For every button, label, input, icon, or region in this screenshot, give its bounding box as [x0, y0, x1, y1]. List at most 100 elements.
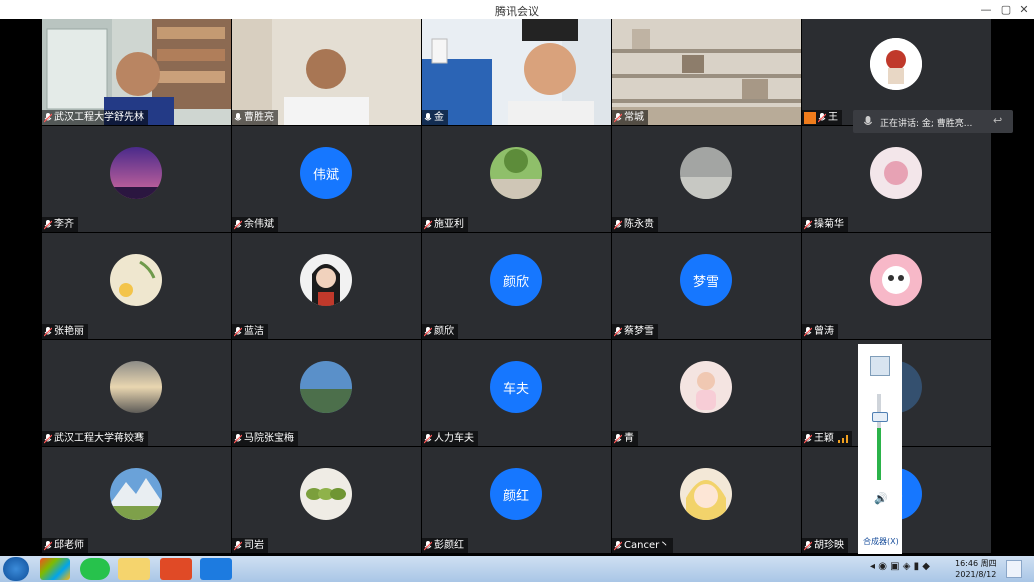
start-button[interactable] — [3, 557, 29, 581]
participant-name: 曾涛 — [802, 324, 838, 339]
mic-muted-icon — [804, 540, 812, 550]
host-badge-icon — [804, 111, 816, 124]
participant-name: 武汉工程大学舒先林 — [42, 110, 148, 125]
participant-tile[interactable]: 梦雪 蔡梦雪 — [612, 233, 801, 339]
mic-icon — [863, 116, 873, 125]
participant-tile[interactable]: 武汉工程大学舒先林 — [42, 19, 231, 125]
participant-tile[interactable]: 施亚利 — [422, 126, 611, 232]
wechat-icon[interactable] — [80, 558, 110, 580]
participant-tile[interactable]: 邱老师 — [42, 447, 231, 553]
speaking-indicator: 正在讲话: 金; 曹胜亮... ↩ — [853, 110, 1013, 133]
participant-tile[interactable]: 常城 — [612, 19, 801, 125]
participant-name: 颜欣 — [422, 324, 458, 339]
avatar — [110, 468, 162, 520]
mic-muted-icon — [234, 219, 242, 229]
avatar: 伟斌 — [300, 147, 352, 199]
participant-name: 邱老师 — [42, 538, 88, 553]
mic-muted-icon — [234, 326, 242, 336]
participant-tile[interactable]: 青 — [612, 340, 801, 446]
participant-tile[interactable]: 陈永贵 — [612, 126, 801, 232]
mic-muted-icon — [614, 326, 622, 336]
participant-tile[interactable]: 车夫 人力车夫 — [422, 340, 611, 446]
participant-name: 胡珍映 — [802, 538, 848, 553]
participant-name: 金 — [422, 110, 448, 125]
participant-tile[interactable]: 颜欣 颜欣 — [422, 233, 611, 339]
mic-muted-icon — [234, 540, 242, 550]
participant-tile[interactable]: 曾涛 — [802, 233, 991, 339]
participant-tile[interactable]: 张艳丽 — [42, 233, 231, 339]
mixer-link[interactable]: 合成器(X) — [863, 536, 899, 547]
title-bar: 腾讯会议 — ▢ ✕ — [0, 0, 1034, 19]
participant-name: 蓝洁 — [232, 324, 268, 339]
participant-tile[interactable]: 蓝洁 — [232, 233, 421, 339]
mic-muted-icon — [804, 219, 812, 229]
participant-name: 马院张宝梅 — [232, 431, 298, 446]
avatar — [870, 38, 922, 90]
mic-muted-icon — [44, 433, 52, 443]
mic-muted-icon — [804, 326, 812, 336]
participant-name: 余伟斌 — [232, 217, 278, 232]
avatar: 颜欣 — [490, 254, 542, 306]
avatar — [300, 254, 352, 306]
participant-tile-active[interactable]: 金 — [422, 19, 611, 125]
avatar — [870, 147, 922, 199]
avatar — [110, 147, 162, 199]
avatar — [490, 147, 542, 199]
avatar — [110, 361, 162, 413]
window-title: 腾讯会议 — [495, 5, 539, 18]
participant-tile[interactable]: 司岩 — [232, 447, 421, 553]
mic-muted-icon — [424, 219, 432, 229]
participant-tile[interactable]: 武汉工程大学蒋姣骞 — [42, 340, 231, 446]
tencent-meeting-icon[interactable] — [200, 558, 232, 580]
participant-name: 陈永贵 — [612, 217, 658, 232]
mic-icon — [234, 112, 242, 120]
mic-muted-icon — [804, 433, 812, 443]
volume-popup: 🔊 合成器(X) — [858, 344, 902, 554]
participant-name: 常城 — [612, 110, 648, 125]
minimize-icon[interactable]: — — [976, 2, 996, 17]
participant-tile[interactable]: Cancer丶 — [612, 447, 801, 553]
close-icon[interactable]: ✕ — [1014, 2, 1034, 17]
volume-slider-thumb[interactable] — [872, 412, 888, 422]
mic-muted-icon — [424, 433, 432, 443]
mic-muted-icon — [44, 112, 52, 122]
mic-muted-icon — [614, 540, 622, 550]
participant-grid: 武汉工程大学舒先林 曹胜亮 金 常城 王 李齐 伟斌 余伟斌 施亚利 陈永贵 操… — [42, 19, 992, 556]
clock[interactable]: 16:46 周四 2021/8/12 — [955, 558, 997, 580]
taskbar-app-icon[interactable] — [40, 558, 70, 580]
video-feed — [422, 19, 611, 125]
speaker-device-icon — [870, 356, 890, 376]
participant-tile[interactable]: 李齐 — [42, 126, 231, 232]
speaker-icon[interactable]: 🔊 — [874, 492, 888, 505]
collapse-icon[interactable]: ↩ — [993, 114, 1002, 127]
participant-name: 人力车夫 — [422, 431, 478, 446]
tray-icons[interactable]: ◂ ◉ ▣ ◈ ▮ ◆ — [870, 561, 930, 572]
mic-muted-icon — [818, 112, 826, 122]
participant-tile[interactable]: 伟斌 余伟斌 — [232, 126, 421, 232]
participant-name: Cancer丶 — [612, 538, 674, 553]
participant-name: 操菊华 — [802, 217, 848, 232]
notification-icon[interactable] — [1006, 560, 1022, 578]
participant-tile[interactable]: 曹胜亮 — [232, 19, 421, 125]
mic-muted-icon — [614, 219, 622, 229]
avatar — [300, 468, 352, 520]
participant-tile[interactable]: 操菊华 — [802, 126, 991, 232]
mic-muted-icon — [424, 540, 432, 550]
participant-name: 王 — [802, 110, 842, 125]
mic-muted-icon — [424, 326, 432, 336]
avatar — [300, 361, 352, 413]
avatar: 梦雪 — [680, 254, 732, 306]
participant-name: 彭颜红 — [422, 538, 468, 553]
avatar — [680, 468, 732, 520]
avatar — [110, 254, 162, 306]
participant-tile[interactable]: 马院张宝梅 — [232, 340, 421, 446]
volume-level-bar — [877, 428, 881, 480]
participant-tile[interactable]: 颜红 彭颜红 — [422, 447, 611, 553]
participant-name: 曹胜亮 — [232, 110, 278, 125]
presentation-app-icon[interactable] — [160, 558, 192, 580]
maximize-icon[interactable]: ▢ — [996, 2, 1016, 17]
taskbar: ◂ ◉ ▣ ◈ ▮ ◆ 16:46 周四 2021/8/12 — [0, 556, 1034, 582]
avatar — [870, 254, 922, 306]
mic-muted-icon — [44, 326, 52, 336]
folder-icon[interactable] — [118, 558, 150, 580]
